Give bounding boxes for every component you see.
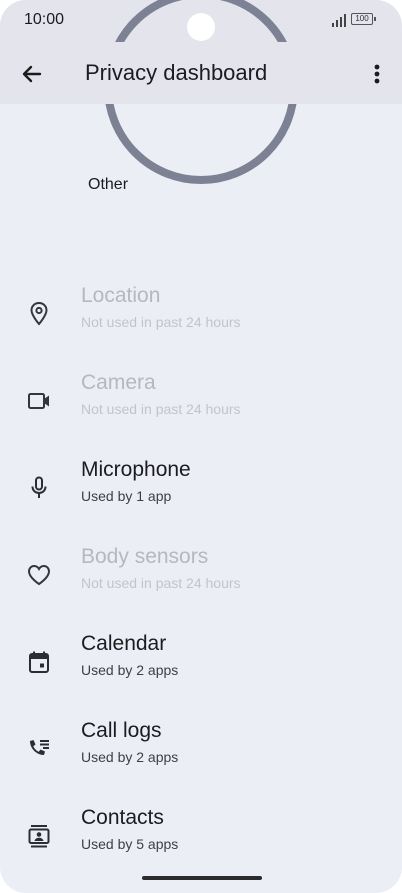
permission-item-calendar[interactable]: Calendar Used by 2 apps [0,624,402,698]
permission-status: Not used in past 24 hours [81,314,241,330]
permission-status: Used by 2 apps [81,749,179,765]
page-title: Privacy dashboard [85,60,268,85]
permission-label: Location [81,284,161,307]
permission-item-camera[interactable]: Camera Not used in past 24 hours [0,363,402,437]
battery-level: 100 [355,14,369,23]
camera-icon [28,393,49,409]
permission-status: Used by 1 app [81,488,172,504]
phone-screen: 10:00 100 Other Privacy dashboard Locati… [0,0,402,893]
gesture-nav-handle[interactable] [142,876,262,880]
more-options-icon[interactable] [364,60,390,88]
heart-icon [27,564,51,586]
permission-status: Used by 5 apps [81,836,179,852]
permission-label: Body sensors [81,545,209,568]
battery-icon: 100 [351,13,376,25]
permission-label: Microphone [81,458,191,481]
signal-icon [332,14,346,27]
location-icon [30,301,48,326]
permission-status: Not used in past 24 hours [81,401,241,417]
permission-status: Not used in past 24 hours [81,575,241,591]
status-time: 10:00 [24,11,65,28]
permission-label: Contacts [81,806,164,829]
app-bar: Privacy dashboard [0,42,402,104]
permission-status: Used by 2 apps [81,662,179,678]
permission-item-location[interactable]: Location Not used in past 24 hours [0,276,402,350]
microphone-icon [31,476,47,498]
permission-item-contacts[interactable]: Contacts Used by 5 apps [0,798,402,872]
donut-label-other: Other [88,176,129,193]
call-log-icon [30,740,49,755]
permission-item-body-sensors[interactable]: Body sensors Not used in past 24 hours [0,537,402,611]
calendar-icon [29,651,49,673]
permission-item-call-logs[interactable]: Call logs Used by 2 apps [0,711,402,785]
contacts-icon [28,825,50,848]
permission-label: Camera [81,371,156,394]
permission-item-microphone[interactable]: Microphone Used by 1 app [0,450,402,524]
permission-label: Calendar [81,632,167,655]
back-arrow-icon[interactable] [18,60,46,88]
permission-label: Call logs [81,719,162,742]
